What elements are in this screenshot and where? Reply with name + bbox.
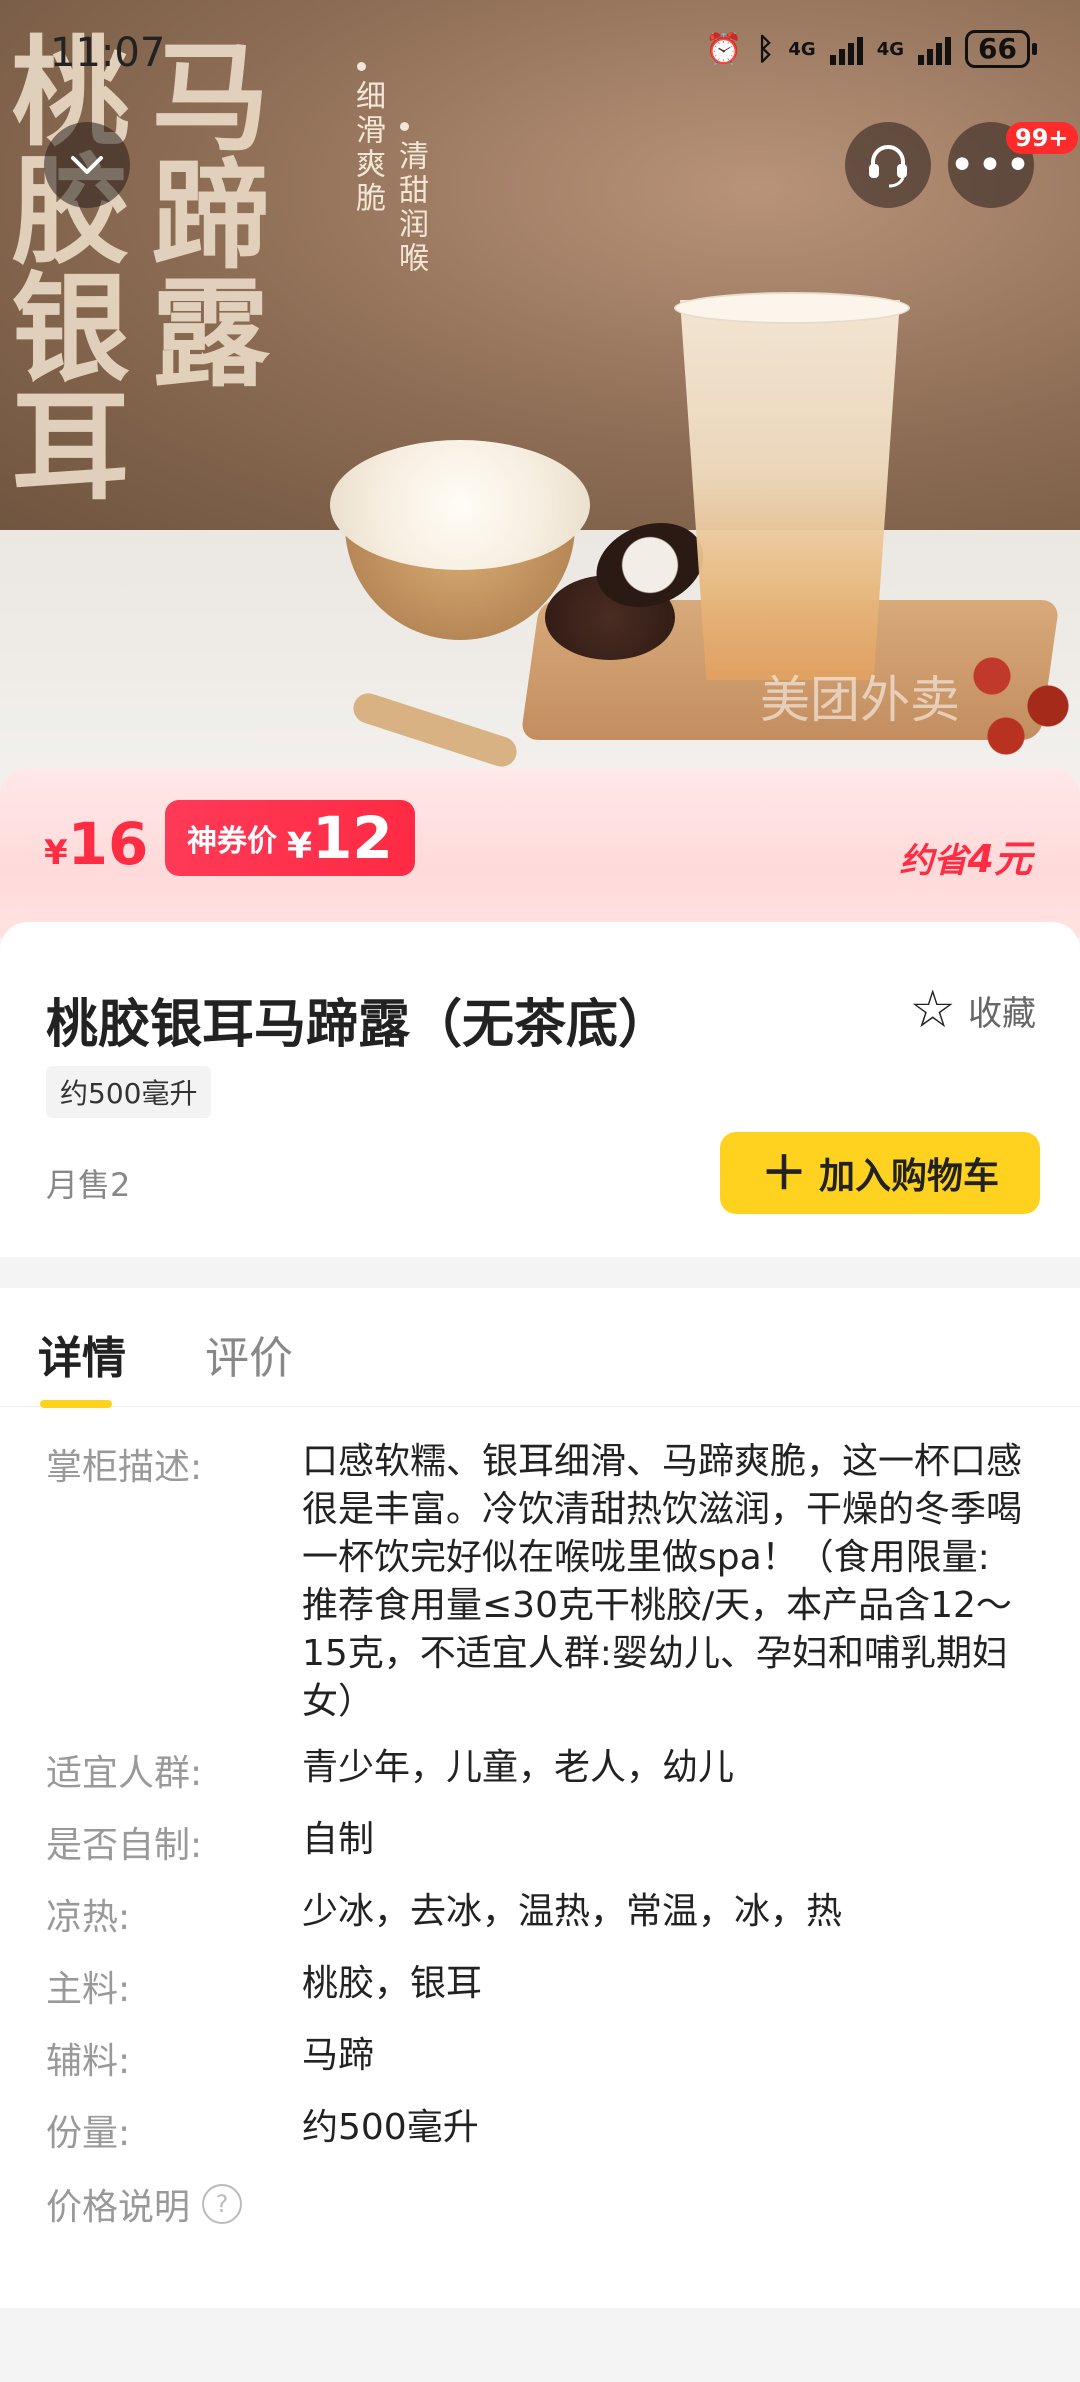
monthly-sales: 月售2	[46, 1166, 131, 1204]
add-to-cart-button[interactable]: ＋ 加入购物车	[720, 1132, 1040, 1214]
favorite-button[interactable]: ☆ 收藏	[909, 984, 1036, 1036]
details-section: 详情 评价 掌柜描述: 口感软糯、银耳细滑、马蹄爽脆，这一杯口感很是丰富。冷饮清…	[0, 1288, 1080, 2308]
tab-reviews[interactable]: 评价	[205, 1322, 293, 1386]
detail-key: 主料:	[46, 1969, 131, 2010]
price-bar: ¥16 神券价 ¥12 约省4元	[0, 768, 1080, 938]
detail-key: 适宜人群:	[46, 1753, 203, 1794]
headset-icon	[869, 145, 907, 188]
network-type-2: 4G	[876, 38, 905, 60]
currency-symbol: ¥	[44, 833, 68, 873]
coupon-price-value: 12	[312, 804, 393, 872]
detail-value: 少冰，去冰，温热，常温，冰，热	[302, 1891, 843, 1932]
signal-icon	[918, 33, 952, 65]
detail-value: 自制	[302, 1819, 375, 1860]
savings-text: 约省4元	[900, 828, 1032, 883]
savings-label: 约省	[899, 841, 968, 881]
add-to-cart-label: 加入购物车	[818, 1156, 999, 1197]
status-bar: 11:07 ⏰ ᛒ 4G 4G 66	[0, 0, 1080, 110]
detail-value: 约500毫升	[302, 2107, 479, 2148]
price-explanation-label: 价格说明	[46, 2187, 191, 2228]
product-info-card: 桃胶银耳马蹄露（无茶底） ☆ 收藏 约500毫升 月售2 ＋ 加入购物车	[0, 922, 1080, 1257]
plus-icon: ＋	[760, 1146, 807, 1200]
tab-details[interactable]: 详情	[38, 1322, 126, 1386]
signal-icon	[829, 33, 863, 65]
detail-value: 桃胶，银耳	[302, 1963, 483, 2004]
detail-value: 青少年，儿童，老人，幼儿	[302, 1747, 735, 1788]
chevron-down-icon	[71, 156, 103, 174]
help-icon[interactable]: ?	[202, 2184, 243, 2224]
detail-key: 是否自制:	[46, 1825, 203, 1866]
coupon-price-tag: 神券价 ¥12	[165, 800, 415, 876]
tab-bar: 详情 评价	[0, 1288, 1080, 1408]
drink-cup	[680, 300, 900, 680]
detail-key: 辅料:	[46, 2041, 131, 2082]
white-fungus-shape	[330, 440, 590, 570]
drink-cup-rim	[674, 292, 910, 324]
original-price: ¥16	[44, 810, 148, 878]
star-icon: ☆	[909, 980, 956, 1040]
watermark: 美团外卖	[760, 671, 960, 729]
detail-key: 凉热:	[46, 1897, 131, 1938]
alarm-icon: ⏰	[705, 31, 743, 67]
product-name: 桃胶银耳马蹄露（无茶底）	[46, 995, 671, 1055]
detail-value: 马蹄	[302, 2035, 375, 2076]
customer-service-button[interactable]	[845, 122, 931, 208]
coupon-label: 神券价	[187, 824, 277, 859]
detail-value: 口感软糯、银耳细滑、马蹄爽脆，这一杯口感很是丰富。冷饮清甜热饮滋润，干燥的冬季喝…	[302, 1441, 1023, 1722]
active-tab-indicator	[40, 1400, 112, 1408]
price-explanation[interactable]: 价格说明 ?	[46, 2178, 243, 2230]
collapse-button[interactable]	[44, 122, 130, 208]
savings-amount: 4元	[967, 837, 1032, 881]
detail-key: 掌柜描述:	[46, 1447, 203, 1488]
spec-tag: 约500毫升	[46, 1066, 212, 1118]
network-type-1: 4G	[788, 38, 816, 60]
bluetooth-icon: ᛒ	[756, 31, 775, 67]
slogan-dot	[400, 122, 409, 131]
detail-key: 份量:	[46, 2113, 131, 2154]
original-price-value: 16	[67, 810, 149, 878]
status-time: 11:07	[50, 30, 166, 76]
favorite-label: 收藏	[968, 993, 1036, 1034]
battery-icon: 66	[965, 30, 1037, 68]
notification-badge: 99+	[1006, 122, 1078, 154]
red-dates-shape	[950, 640, 1080, 760]
product-hero-image: 桃胶银耳 马蹄露 细滑爽脆 清甜润喉 美团外卖	[0, 0, 1080, 800]
currency-symbol: ¥	[287, 826, 313, 867]
hero-slogan-2: 清甜润喉	[393, 140, 428, 276]
status-icons: ⏰ ᛒ 4G 4G 66	[705, 30, 1037, 68]
